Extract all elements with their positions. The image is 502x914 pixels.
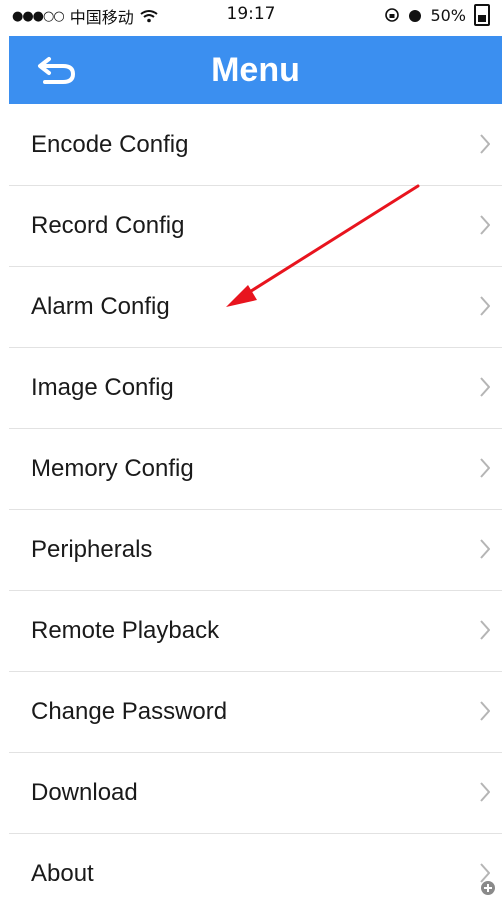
orientation-lock-icon (385, 8, 400, 22)
menu-item-encode-config[interactable]: Encode Config (9, 105, 502, 186)
chevron-right-icon (480, 215, 490, 235)
page-title: Menu (211, 51, 300, 89)
menu-list: Encode Config Record Config Alarm Config… (9, 105, 502, 914)
menu-item-label: Change Password (31, 698, 228, 725)
menu-item-label: Download (31, 779, 138, 806)
header-bar: Menu (9, 36, 502, 104)
menu-item-label: About (31, 860, 94, 887)
chevron-right-icon (480, 539, 490, 559)
battery-icon (474, 4, 490, 26)
chevron-right-icon (480, 296, 490, 316)
chevron-right-icon (480, 377, 490, 397)
menu-item-peripherals[interactable]: Peripherals (9, 510, 502, 591)
alarm-icon (409, 10, 422, 22)
status-bar: ●●●○○ 中国移动 19:17 50% (0, 0, 502, 34)
menu-item-about[interactable]: About (9, 834, 502, 914)
chevron-right-icon (480, 782, 490, 802)
plus-circle-icon (481, 881, 495, 895)
menu-item-image-config[interactable]: Image Config (9, 348, 502, 429)
menu-item-label: Remote Playback (31, 617, 220, 644)
chevron-right-icon (480, 134, 490, 154)
battery-percent: 50% (430, 5, 466, 25)
status-right: 50% (384, 4, 490, 26)
chevron-right-icon (480, 701, 490, 721)
menu-item-label: Record Config (31, 212, 185, 239)
menu-item-remote-playback[interactable]: Remote Playback (9, 591, 502, 672)
menu-item-label: Encode Config (31, 131, 189, 158)
menu-item-label: Memory Config (31, 455, 194, 482)
menu-item-download[interactable]: Download (9, 753, 502, 834)
menu-item-alarm-config[interactable]: Alarm Config (9, 267, 502, 348)
menu-item-memory-config[interactable]: Memory Config (9, 429, 502, 510)
menu-item-label: Peripherals (31, 536, 153, 563)
chevron-right-icon (480, 620, 490, 640)
menu-item-record-config[interactable]: Record Config (9, 186, 502, 267)
menu-item-change-password[interactable]: Change Password (9, 672, 502, 753)
chevron-right-icon (480, 458, 490, 478)
menu-item-label: Image Config (31, 374, 174, 401)
menu-item-label: Alarm Config (31, 293, 170, 320)
